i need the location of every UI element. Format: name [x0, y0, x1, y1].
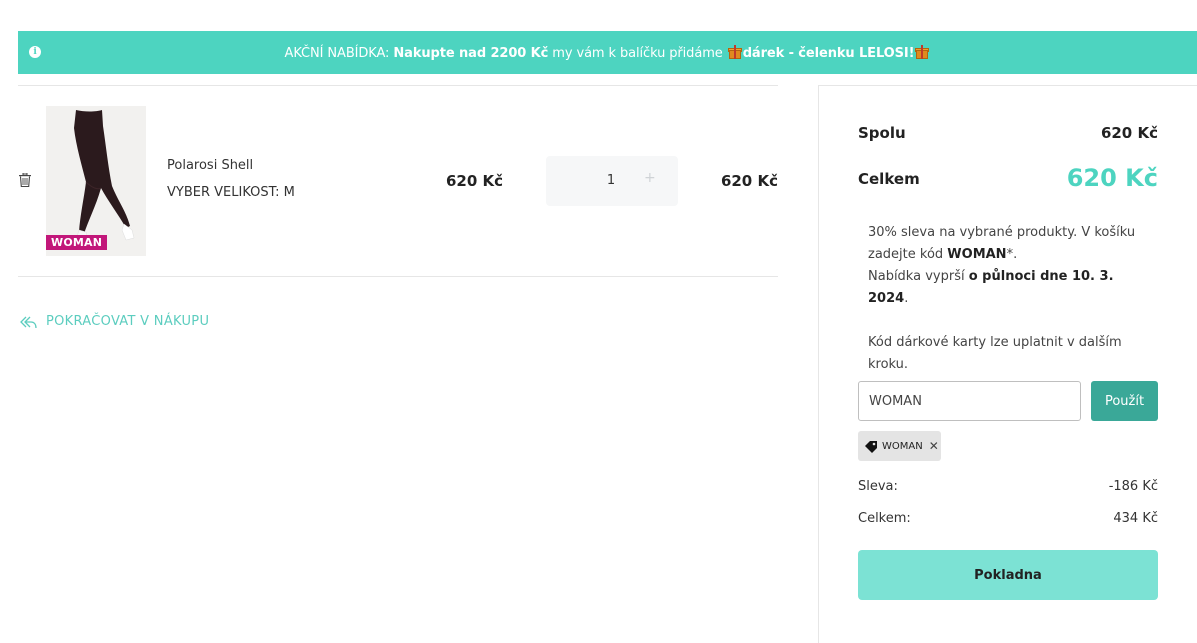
sidebar-top-divider — [818, 85, 1197, 86]
applied-coupon-code: WOMAN — [882, 440, 923, 452]
discount-label: Sleva: — [858, 479, 898, 494]
sidebar-divider — [818, 85, 819, 643]
cart-top-divider — [18, 85, 778, 86]
banner-prefix: AKČNÍ NABÍDKA: — [284, 45, 394, 61]
banner-gift-text: dárek - čelenku LELOSI! — [742, 45, 915, 61]
promo-banner: i AKČNÍ NABÍDKA: Nakupte nad 2200 Kč my … — [18, 31, 1197, 74]
final-total-value: 434 Kč — [1113, 511, 1158, 526]
gift-icon — [915, 44, 930, 59]
apply-code-button[interactable]: Použít — [1091, 381, 1158, 421]
total-value: 620 Kč — [1066, 164, 1158, 192]
discount-code-input[interactable] — [858, 381, 1081, 421]
applied-coupon-chip: WOMAN ✕ — [858, 431, 941, 461]
banner-text: AKČNÍ NABÍDKA: Nakupte nad 2200 Kč my vá… — [284, 44, 931, 61]
quantity-value[interactable]: 1 — [600, 173, 622, 188]
promo-info: 30% sleva na vybrané produkty. V košíku … — [868, 222, 1148, 376]
product-name[interactable]: Polarosi Shell — [167, 158, 253, 173]
subtotal-value: 620 Kč — [1100, 124, 1158, 142]
subtotal-label: Spolu — [858, 124, 906, 142]
promo-code-text: WOMAN — [947, 247, 1007, 262]
discount-value: -186 Kč — [1108, 479, 1158, 494]
promo-line2-end: . — [904, 291, 909, 306]
final-total-label: Celkem: — [858, 511, 911, 526]
reply-arrow-icon — [20, 316, 37, 328]
promo-line1-end: *. — [1006, 247, 1018, 262]
banner-middle: my vám k balíčku přidáme — [548, 45, 727, 61]
trash-icon[interactable] — [19, 173, 31, 187]
promo-line2: Nabídka vyprší — [868, 269, 969, 284]
info-icon: i — [29, 46, 41, 58]
banner-threshold: Nakupte nad 2200 Kč — [393, 45, 549, 61]
unit-price: 620 Kč — [446, 172, 504, 190]
gift-icon — [727, 44, 742, 59]
quantity-plus-button[interactable]: + — [644, 170, 656, 186]
continue-shopping-label: POKRAČOVAT V NÁKUPU — [46, 314, 210, 329]
remove-coupon-icon[interactable]: ✕ — [929, 439, 939, 453]
gift-card-note: Kód dárkové karty lze uplatnit v dalším … — [868, 335, 1122, 372]
product-badge: WOMAN — [46, 235, 108, 250]
product-image[interactable]: WOMAN — [46, 106, 146, 256]
continue-shopping-link[interactable]: POKRAČOVAT V NÁKUPU — [20, 314, 209, 329]
product-size: VYBER VELIKOST: M — [167, 185, 295, 200]
line-total: 620 Kč — [720, 172, 778, 190]
cart-bottom-divider — [18, 276, 778, 277]
tag-icon — [865, 441, 877, 453]
checkout-button[interactable]: Pokladna — [858, 550, 1158, 600]
leggings-image — [46, 106, 146, 256]
total-label: Celkem — [858, 170, 920, 188]
